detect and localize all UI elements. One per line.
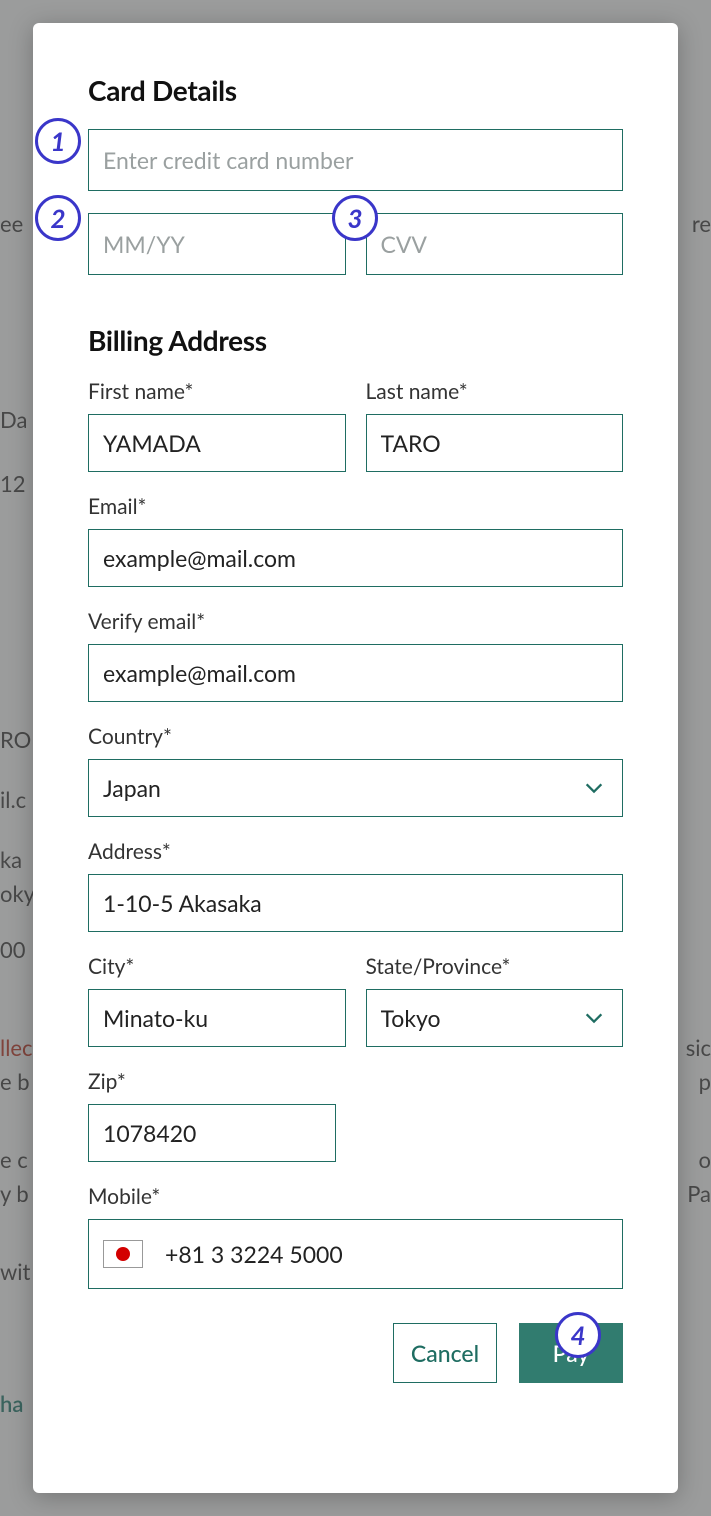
annotation-4: 4	[555, 1312, 601, 1358]
address-input[interactable]	[88, 874, 623, 932]
billing-address-heading: Billing Address	[88, 323, 623, 357]
country-label: Country*	[88, 724, 623, 749]
card-details-heading: Card Details	[88, 73, 623, 107]
city-label: City*	[88, 954, 346, 979]
mobile-input-wrap[interactable]	[88, 1219, 623, 1289]
mobile-label: Mobile*	[88, 1184, 623, 1209]
zip-label: Zip*	[88, 1069, 336, 1094]
annotation-1: 1	[35, 118, 81, 164]
mobile-input[interactable]	[165, 1240, 608, 1268]
last-name-label: Last name*	[366, 379, 624, 404]
japan-flag-icon[interactable]	[103, 1240, 143, 1268]
payment-modal: Card Details Billing Address First name*…	[33, 23, 678, 1493]
card-expiry-input[interactable]	[88, 213, 346, 275]
annotation-3: 3	[332, 195, 378, 241]
first-name-input[interactable]	[88, 414, 346, 472]
email-label: Email*	[88, 494, 623, 519]
state-select[interactable]	[366, 989, 624, 1047]
first-name-label: First name*	[88, 379, 346, 404]
last-name-input[interactable]	[366, 414, 624, 472]
card-cvv-input[interactable]	[366, 213, 624, 275]
address-label: Address*	[88, 839, 623, 864]
verify-email-input[interactable]	[88, 644, 623, 702]
annotation-2: 2	[35, 195, 81, 241]
state-label: State/Province*	[366, 954, 624, 979]
city-input[interactable]	[88, 989, 346, 1047]
verify-email-label: Verify email*	[88, 609, 623, 634]
cancel-button[interactable]: Cancel	[393, 1323, 497, 1383]
country-select[interactable]	[88, 759, 623, 817]
zip-input[interactable]	[88, 1104, 336, 1162]
card-number-input[interactable]	[88, 129, 623, 191]
email-input[interactable]	[88, 529, 623, 587]
